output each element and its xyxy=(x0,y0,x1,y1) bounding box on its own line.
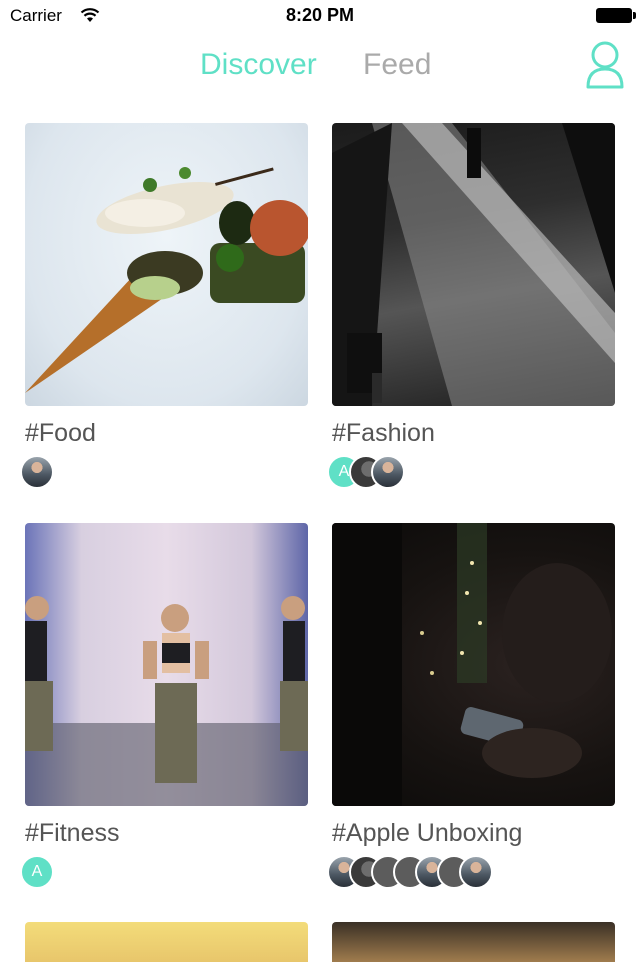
card-fitness[interactable]: #Fitness A xyxy=(20,523,308,889)
card-title[interactable]: #Fashion xyxy=(332,419,435,448)
food-image xyxy=(25,167,308,393)
avatar-group xyxy=(20,455,54,489)
avatar-group: A xyxy=(327,455,405,489)
fashion-image xyxy=(332,123,615,406)
card-partial-left[interactable] xyxy=(25,922,308,962)
apple-unboxing-thumbnail[interactable] xyxy=(332,523,615,806)
card-title[interactable]: #Fitness xyxy=(25,819,119,848)
battery-icon xyxy=(596,8,636,23)
fashion-thumbnail[interactable] xyxy=(332,123,615,406)
avatar[interactable]: A xyxy=(20,855,54,889)
card-food[interactable]: #Food xyxy=(20,123,308,489)
card-title[interactable]: #Food xyxy=(25,419,96,448)
avatar[interactable] xyxy=(20,455,54,489)
partial-thumbnail[interactable] xyxy=(332,922,615,962)
partial-thumbnail[interactable] xyxy=(25,922,308,962)
top-nav: Discover Feed xyxy=(0,40,640,100)
fitness-image xyxy=(25,596,308,806)
card-apple-unboxing[interactable]: #Apple Unboxing xyxy=(327,523,615,889)
fitness-thumbnail[interactable] xyxy=(25,523,308,806)
tab-discover[interactable]: Discover xyxy=(200,48,317,82)
food-thumbnail[interactable] xyxy=(25,123,308,406)
avatar-group xyxy=(327,855,493,889)
card-title[interactable]: #Apple Unboxing xyxy=(332,819,522,848)
clock: 8:20 PM xyxy=(285,5,355,25)
avatar-group: A xyxy=(20,855,54,889)
apple-unboxing-image xyxy=(332,523,612,806)
tab-feed[interactable]: Feed xyxy=(363,48,431,82)
card-fashion[interactable]: #Fashion A xyxy=(327,123,615,489)
card-partial-right[interactable] xyxy=(332,922,615,962)
avatar[interactable] xyxy=(459,855,493,889)
profile-icon[interactable] xyxy=(584,40,626,90)
status-bar: Carrier 8:20 PM xyxy=(0,0,640,34)
avatar[interactable] xyxy=(371,455,405,489)
